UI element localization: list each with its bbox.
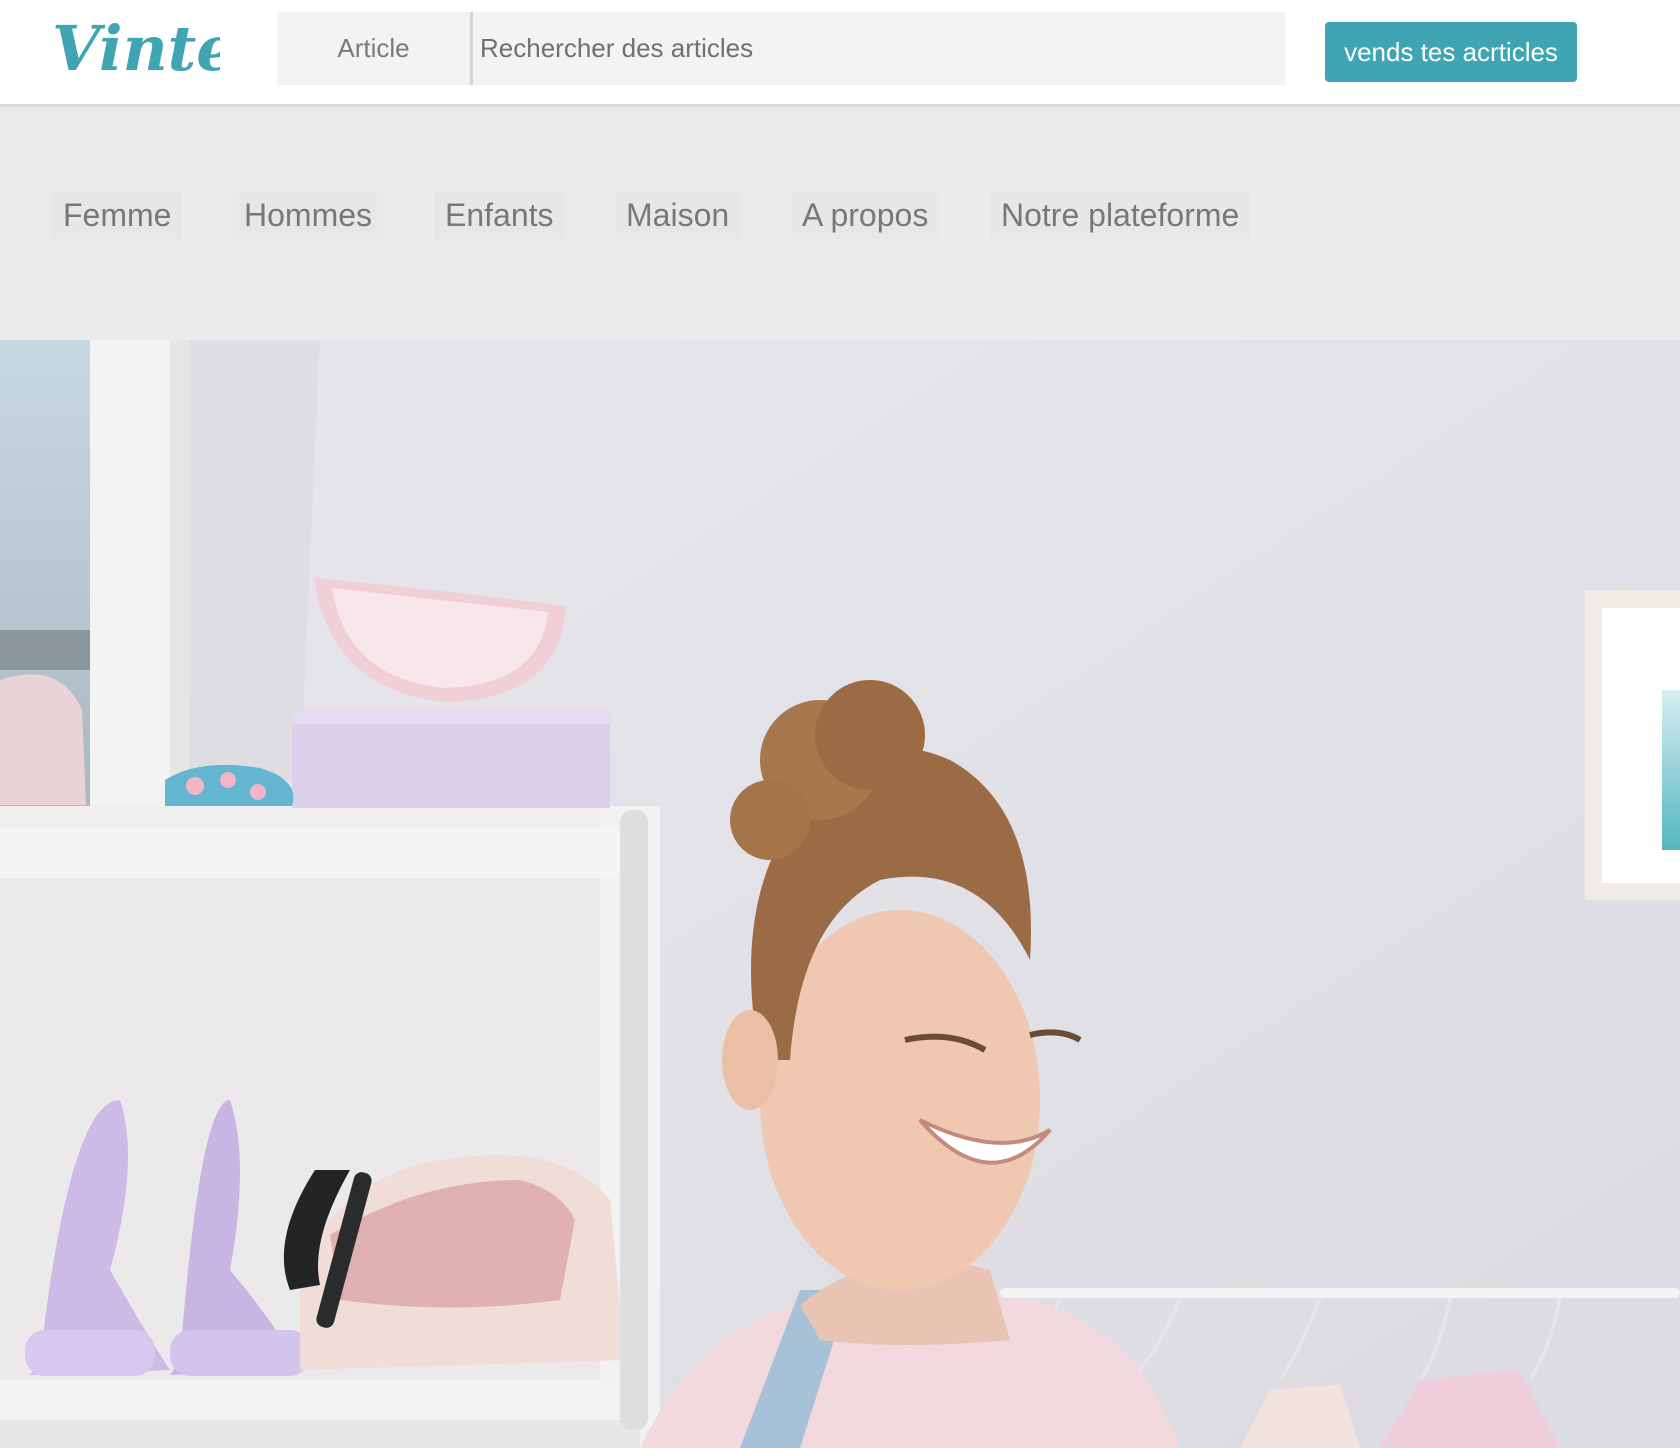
search-bar: Article bbox=[277, 12, 1285, 85]
hero-image bbox=[0, 340, 1680, 1448]
nav-item-notre-plateforme[interactable]: Notre plateforme bbox=[990, 191, 1251, 239]
nav-item-maison[interactable]: Maison bbox=[615, 191, 741, 239]
nav-item-enfants[interactable]: Enfants bbox=[434, 191, 565, 239]
sell-items-button[interactable]: vends tes acrticles bbox=[1325, 22, 1577, 82]
vinted-logo[interactable]: Vinted bbox=[50, 4, 279, 85]
site-header: Vinted Article vends tes acrticles bbox=[0, 0, 1680, 107]
nav-item-femme[interactable]: Femme bbox=[52, 191, 183, 239]
search-input[interactable] bbox=[476, 12, 1285, 85]
category-nav: Femme Hommes Enfants Maison A propos Not… bbox=[0, 107, 1680, 340]
hero-illustration bbox=[0, 340, 1680, 1448]
logo-text: Vinted bbox=[52, 12, 220, 84]
nav-item-hommes[interactable]: Hommes bbox=[233, 191, 384, 239]
search-category-select[interactable]: Article bbox=[277, 12, 473, 85]
nav-item-a-propos[interactable]: A propos bbox=[791, 191, 940, 239]
